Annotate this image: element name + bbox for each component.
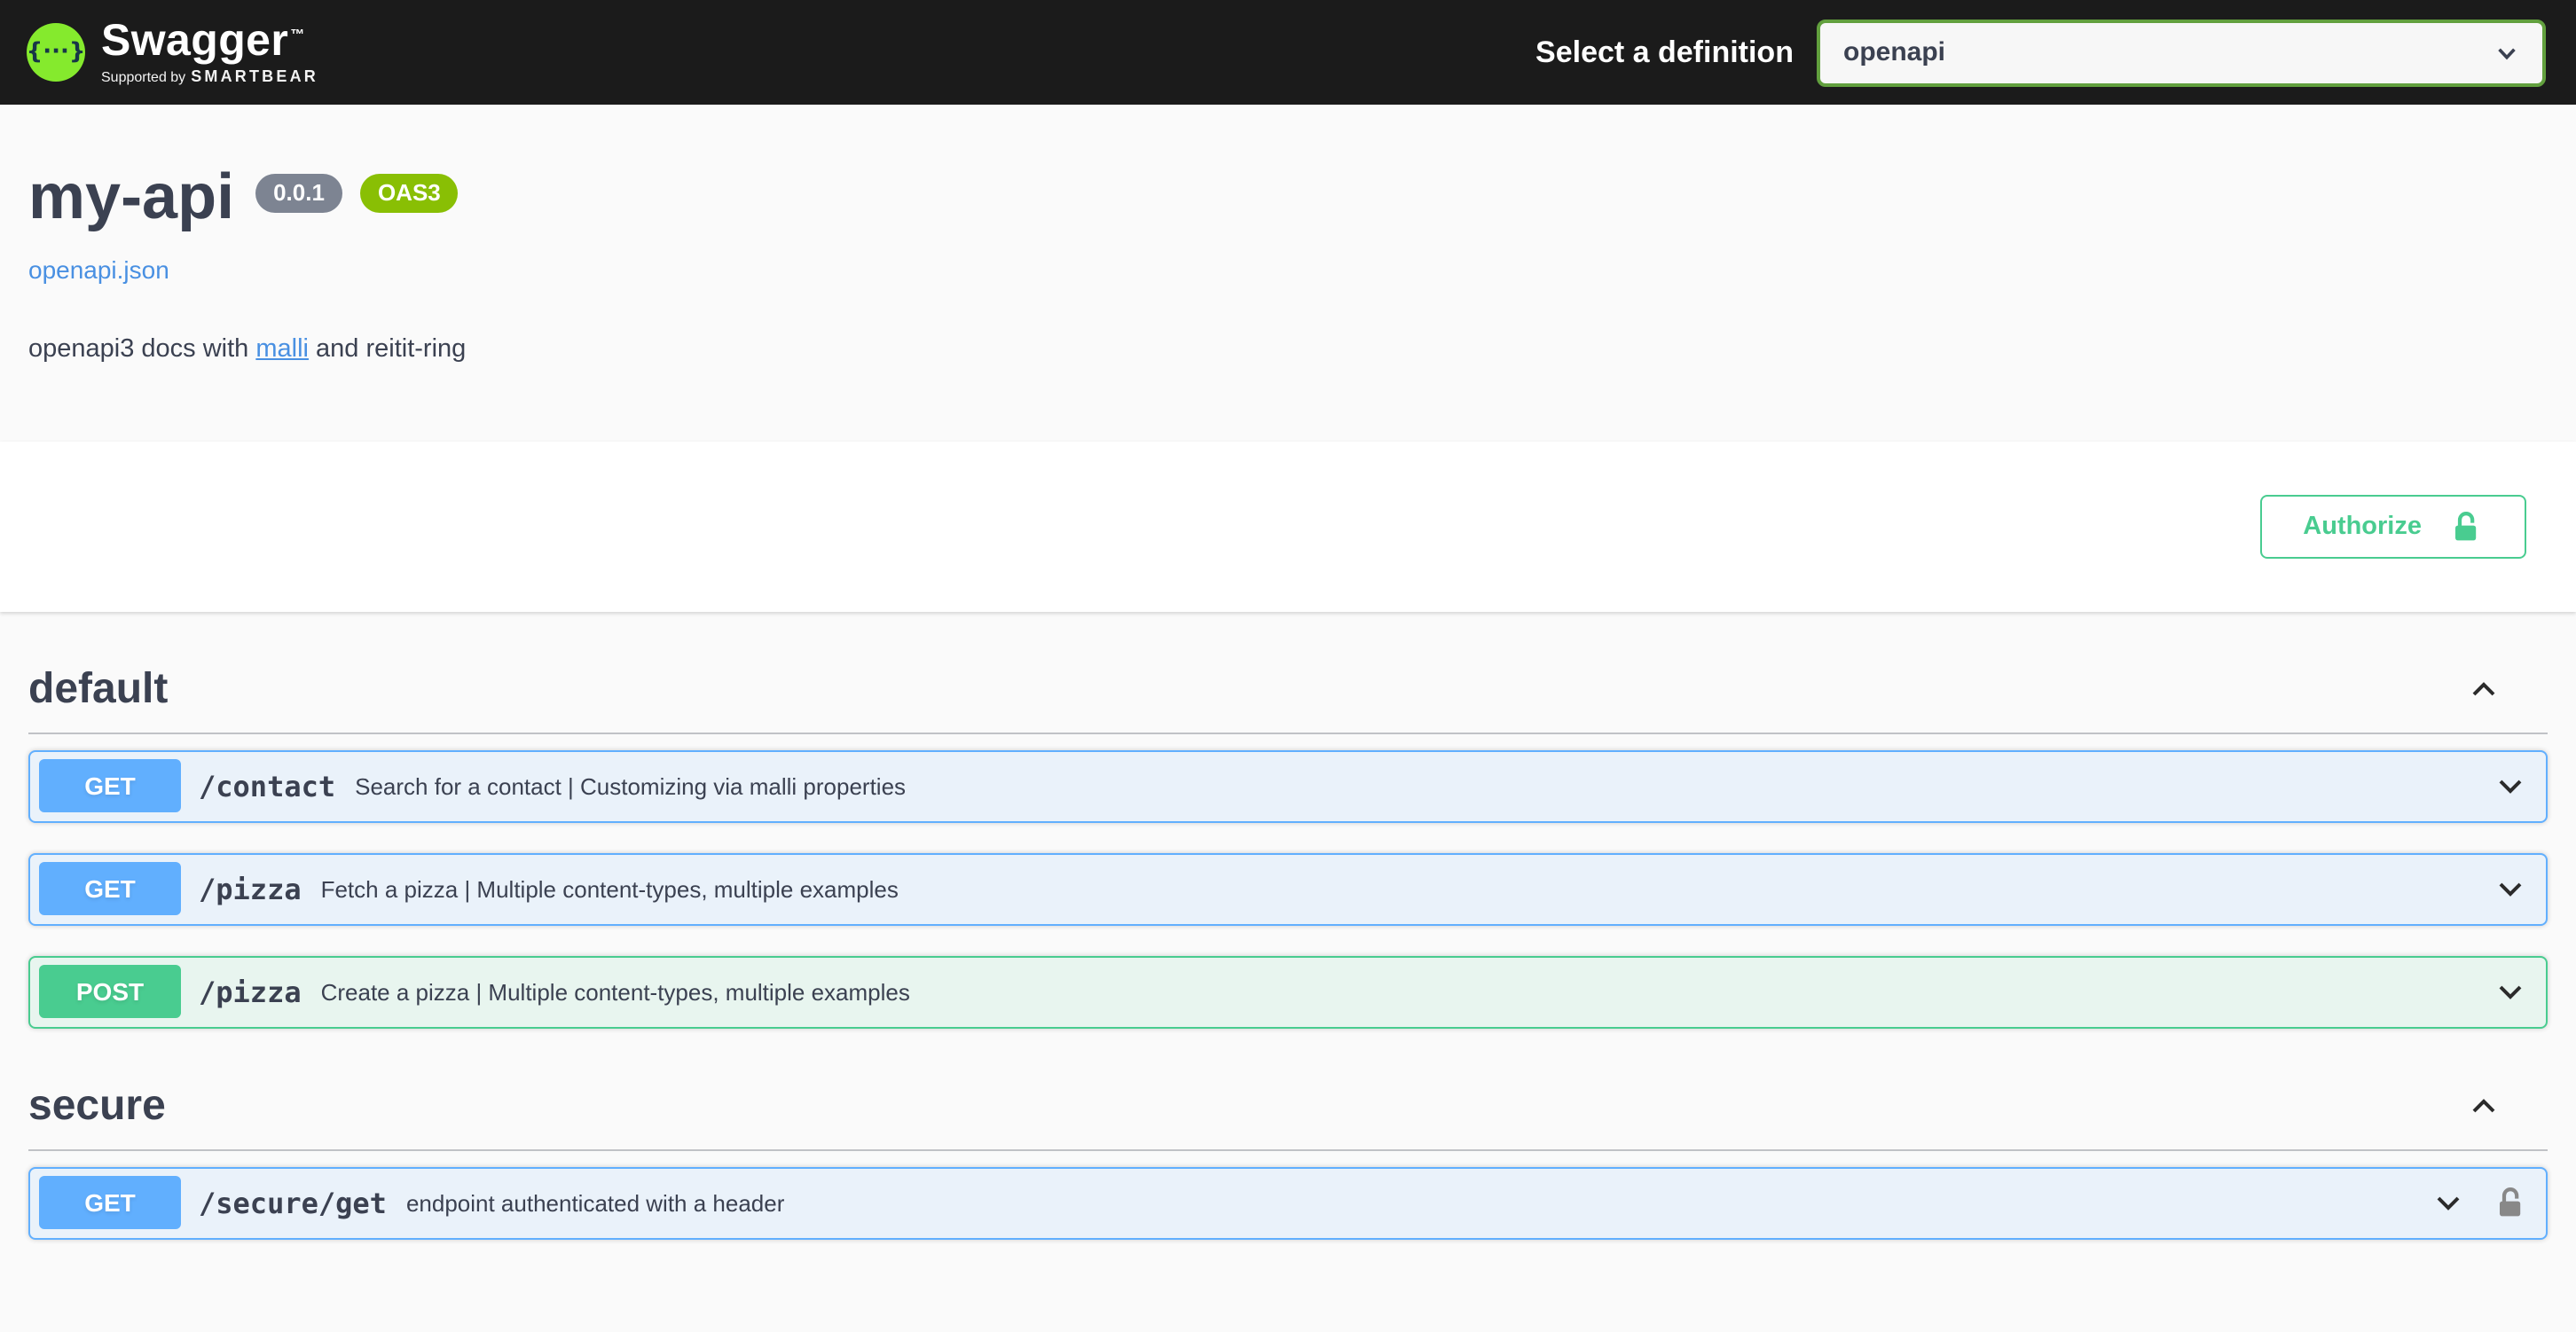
definition-selector: Select a definition openapi (1535, 19, 2546, 86)
authorize-label: Authorize (2303, 513, 2422, 541)
section-header-secure[interactable]: secure (28, 1064, 2548, 1151)
section-operations-secure: GET /secure/get endpoint authenticated w… (28, 1167, 2548, 1240)
chevron-down-icon[interactable] (2493, 975, 2528, 1010)
api-description: openapi3 docs with malli and reitit-ring (28, 335, 2548, 364)
title-badges: 0.0.1 OAS3 (255, 174, 459, 214)
definition-select[interactable]: openapi (1817, 19, 2546, 86)
spec-link[interactable]: openapi.json (28, 255, 169, 284)
operation-path: /pizza (199, 975, 302, 1009)
description-suffix: and reitit-ring (309, 335, 466, 364)
definition-label: Select a definition (1535, 35, 1794, 70)
operation-path: /pizza (199, 873, 302, 906)
swagger-logo-icon: {···} (27, 23, 85, 82)
operation-path: /secure/get (199, 1187, 387, 1220)
smartbear-brand: SMARTBEAR (191, 67, 318, 85)
section-title: default (28, 665, 168, 715)
trademark-symbol: ™ (290, 26, 304, 42)
supported-by: Supported by SMARTBEAR (101, 69, 318, 85)
scheme-container: Authorize (0, 442, 2576, 612)
operation-row-get-contact[interactable]: GET /contact Search for a contact | Cust… (28, 750, 2548, 823)
method-badge: GET (39, 760, 181, 813)
operation-controls (2493, 975, 2528, 1010)
operation-row-get-pizza[interactable]: GET /pizza Fetch a pizza | Multiple cont… (28, 853, 2548, 926)
unlock-icon[interactable] (2493, 1186, 2528, 1221)
topbar: {···} Swagger™ Supported by SMARTBEAR Sel… (0, 0, 2576, 105)
operation-summary: Create a pizza | Multiple content-types,… (321, 979, 910, 1006)
swagger-ui-page: {···} Swagger™ Supported by SMARTBEAR Sel… (0, 0, 2576, 1332)
operation-summary: Fetch a pizza | Multiple content-types, … (321, 876, 899, 903)
chevron-down-icon (2494, 40, 2519, 65)
operation-controls (2493, 769, 2528, 804)
chevron-up-icon[interactable] (2466, 1089, 2501, 1124)
malli-link[interactable]: malli (255, 335, 309, 364)
version-badge: 0.0.1 (255, 174, 342, 214)
chevron-up-icon[interactable] (2466, 672, 2501, 708)
authorize-button[interactable]: Authorize (2260, 495, 2526, 559)
method-badge: GET (39, 863, 181, 916)
info-section: my-api 0.0.1 OAS3 openapi.json openapi3 … (0, 105, 2576, 364)
operation-controls (2493, 872, 2528, 907)
page-title: my-api (28, 163, 234, 231)
supported-by-text: Supported by (101, 69, 185, 85)
operation-summary: Search for a contact | Customizing via m… (355, 773, 906, 800)
chevron-down-icon[interactable] (2431, 1186, 2466, 1221)
unlock-icon (2448, 509, 2484, 545)
brand-name: Swagger™ (101, 20, 318, 64)
api-title-row: my-api 0.0.1 OAS3 (28, 163, 2548, 231)
section-operations-default: GET /contact Search for a contact | Cust… (28, 750, 2548, 1029)
oas3-badge: OAS3 (360, 174, 459, 214)
swagger-logo[interactable]: {···} Swagger™ Supported by SMARTBEAR (27, 20, 318, 85)
method-badge: GET (39, 1177, 181, 1230)
method-badge: POST (39, 966, 181, 1019)
operation-path: /contact (199, 770, 335, 803)
brand-block: Swagger™ Supported by SMARTBEAR (101, 20, 318, 85)
operation-row-get-secure-get[interactable]: GET /secure/get endpoint authenticated w… (28, 1167, 2548, 1240)
operation-row-post-pizza[interactable]: POST /pizza Create a pizza | Multiple co… (28, 956, 2548, 1029)
brand-text: Swagger (101, 16, 288, 66)
section-header-default[interactable]: default (28, 647, 2548, 734)
auth-wrapper: Authorize (0, 495, 2576, 559)
chevron-down-icon[interactable] (2493, 872, 2528, 907)
definition-select-value: openapi (1843, 37, 1945, 67)
section-title: secure (28, 1082, 166, 1132)
operation-controls (2431, 1186, 2528, 1221)
description-prefix: openapi3 docs with (28, 335, 255, 364)
logo-braces: {···} (27, 41, 86, 64)
chevron-down-icon[interactable] (2493, 769, 2528, 804)
operations-wrapper: default GET /contact Search for a contac… (0, 647, 2576, 1323)
operation-summary: endpoint authenticated with a header (406, 1190, 784, 1217)
